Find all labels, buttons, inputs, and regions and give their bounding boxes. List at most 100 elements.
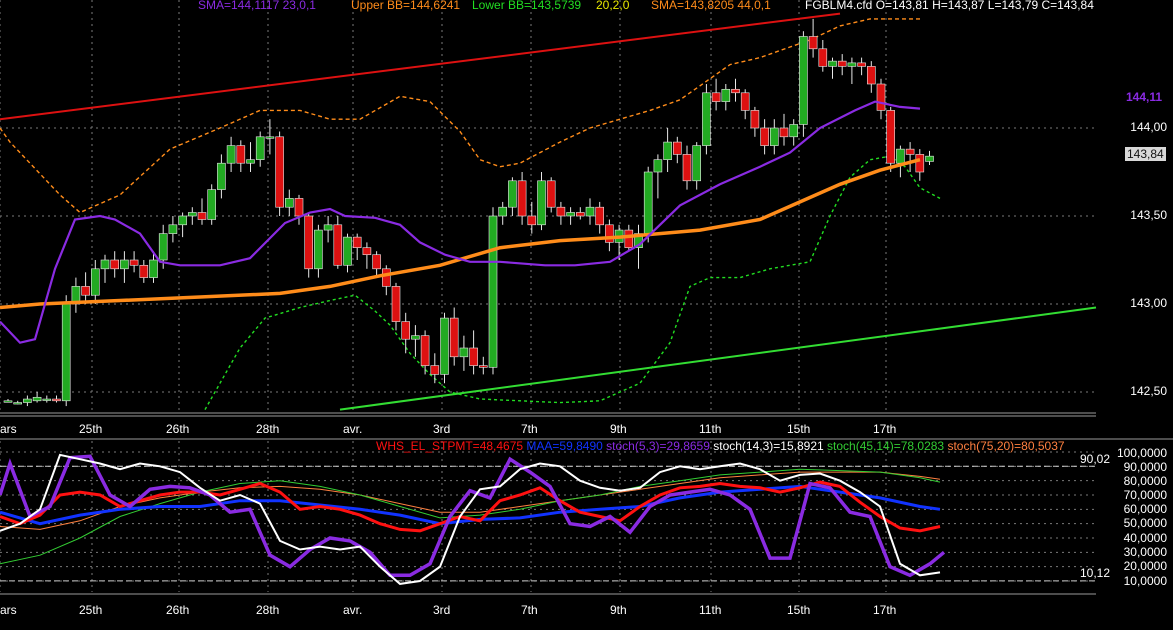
candle-up	[158, 233, 168, 261]
candle-down	[876, 83, 886, 111]
candle-down	[401, 321, 411, 340]
candle-down	[886, 110, 896, 164]
candle-up	[508, 180, 517, 208]
candle-up	[91, 268, 100, 296]
upper-bollinger-band	[0, 18, 920, 214]
candle-up	[23, 398, 32, 403]
candle-up	[255, 136, 265, 160]
candle-up	[769, 127, 779, 146]
x-label-15th-bottom: 15th	[787, 603, 811, 617]
stoch-75-20-legend: stoch(75,20)=80,5037	[947, 439, 1065, 453]
candle-down	[430, 365, 440, 375]
x-label-7th: 7th	[521, 422, 538, 436]
x-label-11th-bottom: 11th	[699, 603, 722, 617]
price-tick-143-00: 143,00	[1130, 296, 1167, 310]
candle-up	[488, 215, 498, 368]
candle-up	[13, 402, 22, 405]
candle-up	[284, 198, 294, 208]
upper-level-label: 90,02	[1080, 452, 1111, 466]
x-label-9th: 9th	[610, 422, 627, 436]
candle-down	[469, 347, 478, 366]
candle-up	[459, 347, 469, 358]
candle-up	[226, 145, 236, 164]
candle-down	[905, 148, 915, 155]
resistance-trendline	[0, 12, 841, 121]
candle-up	[896, 148, 905, 164]
candle-down	[81, 286, 90, 296]
candle-down	[129, 259, 139, 266]
sma-orange-legend: SMA=143,8205 44,0,1	[651, 0, 771, 12]
candle-up	[207, 189, 216, 220]
candle-up	[178, 215, 187, 226]
candle-down	[449, 317, 459, 358]
candle-down	[294, 198, 304, 217]
sma-purple-line	[0, 100, 921, 344]
candle-down	[837, 60, 847, 67]
candle-up	[120, 259, 129, 270]
candle-down	[818, 48, 828, 67]
candle-down	[478, 365, 488, 368]
candle-up	[643, 171, 653, 234]
x-label-25th: 25th	[79, 422, 103, 436]
osc-tick-50: 50,0000	[1123, 516, 1167, 530]
candle-up	[585, 206, 595, 217]
x-label-17th-bottom: 17th	[873, 603, 897, 617]
candle-down	[624, 229, 634, 248]
candle-up	[343, 236, 352, 266]
candle-down	[711, 92, 721, 102]
candle-down	[750, 110, 760, 129]
osc-tick-10: 10,0000	[1123, 574, 1167, 588]
candle-up	[168, 224, 178, 234]
candle-down	[110, 259, 119, 270]
candle-down	[915, 154, 925, 173]
candle-down	[372, 254, 381, 270]
x-label-7th-bottom: 7th	[521, 603, 538, 617]
whs-legend: WHS_EL_STPMT=48,4675	[376, 439, 524, 453]
x-label-ars-bottom: ars	[0, 603, 17, 617]
stoch-14-3-legend: stoch(14,3)=15,8921	[713, 439, 824, 453]
osc-tick-40: 40,0000	[1123, 531, 1167, 545]
osc-tick-100: 100,0000	[1116, 446, 1167, 460]
sma-value-badge: 144,11	[1126, 90, 1163, 104]
candle-down	[866, 66, 876, 85]
candle-down	[139, 264, 149, 278]
price-tick-143-50: 143,50	[1130, 208, 1167, 222]
quote-readout: FGBLM4.cfd O=143,81 H=143,87 L=143,79 C=…	[805, 0, 1094, 12]
candle-up	[847, 62, 857, 67]
candle-up	[100, 259, 110, 270]
candle-up	[314, 229, 323, 270]
candle-down	[527, 215, 537, 226]
x-label-28th: 28th	[256, 422, 280, 436]
candle-down	[575, 212, 585, 217]
lower-bollinger-band	[204, 155, 941, 410]
candle-down	[381, 268, 391, 287]
candle-down	[333, 224, 343, 266]
candle-up	[537, 180, 546, 226]
candle-up	[663, 141, 672, 160]
candle-down	[779, 127, 789, 138]
candle-down	[556, 206, 566, 217]
candle-down	[420, 335, 430, 366]
osc-tick-70: 70,0000	[1123, 488, 1167, 502]
candle-up	[246, 159, 255, 164]
upper-bb-legend: Upper BB=144,6241	[351, 0, 461, 12]
x-label-avr: avr.	[343, 422, 363, 436]
candle-up	[721, 88, 731, 102]
candle-down	[352, 236, 362, 248]
candle-up	[411, 335, 420, 340]
stoch-45-14-legend: stoch(45,14)=78,0283	[827, 439, 945, 453]
candle-down	[672, 141, 682, 155]
candle-up	[188, 212, 197, 217]
candle-up	[498, 206, 508, 217]
osc-tick-20: 20,0000	[1123, 559, 1167, 573]
candle-down	[605, 224, 614, 243]
candle-up	[149, 259, 158, 278]
last-price-badge: 143,84	[1125, 147, 1166, 161]
lower-level-label: 10,12	[1080, 566, 1111, 580]
x-label-28th-bottom: 28th	[256, 603, 280, 617]
x-label-11th: 11th	[699, 422, 722, 436]
candle-down	[857, 62, 866, 67]
candle-down	[52, 398, 61, 402]
x-label-25th-bottom: 25th	[79, 603, 103, 617]
stoch-5-3-legend: stoch(5,3)=29,8659	[606, 439, 710, 453]
